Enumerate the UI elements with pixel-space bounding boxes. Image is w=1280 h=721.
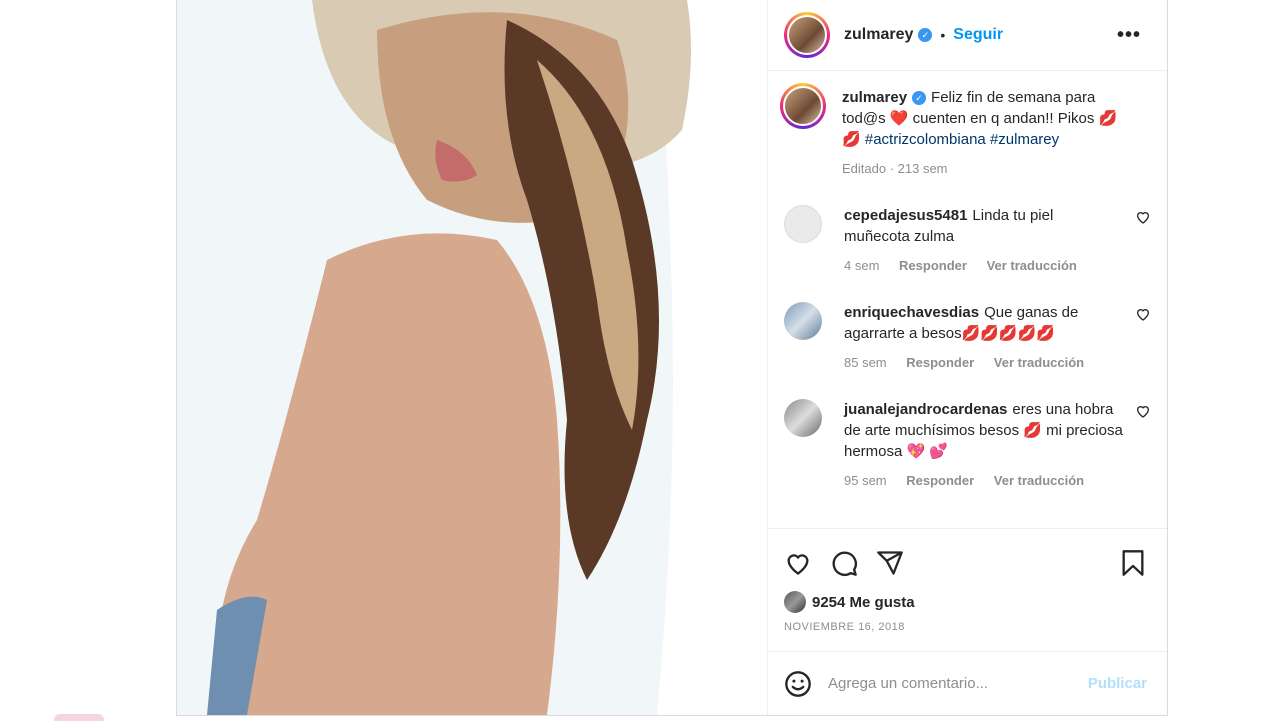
caption-meta: Editado · 213 sem [842,161,948,176]
comment-time[interactable]: 4 sem [844,258,879,273]
commenter-avatar[interactable] [784,205,822,243]
heart-icon[interactable] [1135,306,1151,322]
translate-button[interactable]: Ver traducción [994,355,1084,370]
comment-username[interactable]: juanalejandrocardenas [844,401,1007,418]
translate-button[interactable]: Ver traducción [994,473,1084,488]
post-modal: zulmarey ✓ • Seguir ••• zulmarey ✓ Feliz f… [176,0,1168,716]
comment-icon[interactable] [830,549,858,577]
caption-username[interactable]: zulmarey [842,89,907,106]
reply-button[interactable]: Responder [906,355,974,370]
verified-icon: ✓ [912,91,927,105]
likes-text: 9254 Me gusta [812,593,915,611]
verified-icon: ✓ [918,28,933,42]
follow-button[interactable]: Seguir [953,26,1003,44]
post-actions: 9254 Me gusta NOVIEMBRE 16, 2018 [768,528,1167,651]
page-corner-decoration [54,714,104,721]
commenter-avatar[interactable] [784,302,822,340]
separator-dot: • [940,27,946,43]
author-avatar[interactable] [784,12,830,58]
bookmark-icon[interactable] [1119,549,1147,577]
caption-avatar[interactable] [780,83,826,129]
liker-avatar [784,591,806,613]
heart-icon[interactable] [784,549,812,577]
post-sidebar: zulmarey ✓ • Seguir ••• zulmarey ✓ Feliz f… [767,0,1167,715]
caption: zulmarey ✓ Feliz fin de semana para tod@s … [780,83,1151,179]
comment-item: enriquechavesdias Que ganas de agarrarte … [784,302,1151,373]
comment-username[interactable]: cepedajesus5481 [844,207,967,224]
more-icon[interactable]: ••• [1117,24,1151,47]
likes-count[interactable]: 9254 Me gusta [784,591,1151,613]
comment-time[interactable]: 95 sem [844,473,887,488]
translate-button[interactable]: Ver traducción [987,258,1077,273]
reply-button[interactable]: Responder [906,473,974,488]
comments-list: zulmarey ✓ Feliz fin de semana para tod@s … [768,71,1167,528]
reply-button[interactable]: Responder [899,258,967,273]
share-icon[interactable] [876,549,904,577]
heart-icon[interactable] [1135,209,1151,225]
hashtag-link[interactable]: #actrizcolombiana [865,131,986,148]
comment-username[interactable]: enriquechavesdias [844,304,979,321]
author-username[interactable]: zulmarey [844,26,913,44]
publish-button[interactable]: Publicar [1088,675,1147,692]
comment-input[interactable] [828,675,1088,692]
post-header: zulmarey ✓ • Seguir ••• [768,0,1167,71]
post-date: NOVIEMBRE 16, 2018 [784,621,905,633]
comment-time[interactable]: 85 sem [844,355,887,370]
photo-illustration [177,0,767,715]
commenter-avatar[interactable] [784,399,822,437]
heart-icon[interactable] [1135,403,1151,419]
hashtag-link[interactable]: #zulmarey [990,131,1059,148]
post-photo[interactable] [177,0,767,715]
emoji-icon[interactable] [784,670,812,698]
comment-item: juanalejandrocardenas eres una hobra de a… [784,399,1151,491]
comment-composer: Publicar [768,651,1167,715]
comment-item: cepedajesus5481 Linda tu piel muñecota zu… [784,205,1151,276]
